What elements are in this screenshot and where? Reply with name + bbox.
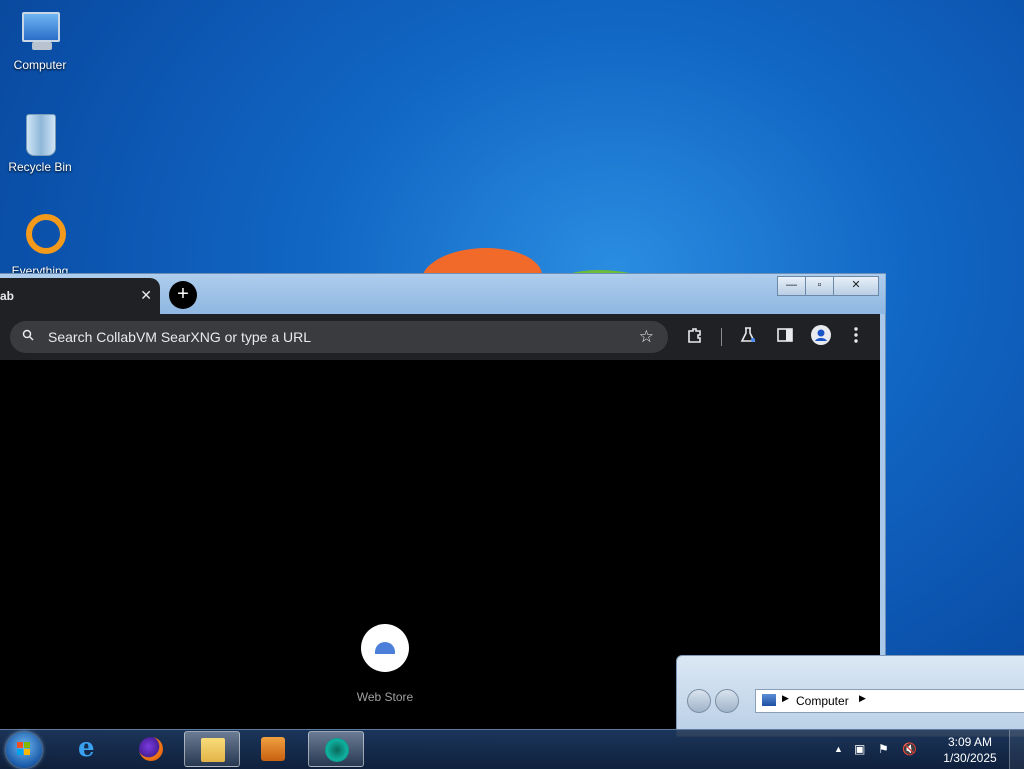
desktop-icon-label: Recycle Bin xyxy=(8,160,72,174)
breadcrumb-arrow-icon[interactable]: ▶ xyxy=(859,693,866,704)
taskbar-browser[interactable] xyxy=(308,731,364,767)
close-button[interactable]: ✕ xyxy=(833,276,879,296)
address-bar[interactable]: Search CollabVM SearXNG or type a URL ☆ xyxy=(10,321,668,353)
labs-flask-icon[interactable] xyxy=(739,326,757,344)
media-player-icon xyxy=(261,737,285,761)
desktop-icon-label: Computer xyxy=(13,58,67,72)
computer-icon xyxy=(16,8,64,56)
taskbar: e ▲ ▣ ⚑ 🔇 3:09 AM 1/30/2025 xyxy=(0,729,1024,769)
search-icon xyxy=(22,329,34,341)
start-button[interactable] xyxy=(6,732,42,768)
firefox-icon xyxy=(139,737,163,761)
computer-small-icon xyxy=(762,694,776,706)
taskbar-media-player[interactable] xyxy=(245,731,301,767)
address-bar-placeholder: Search CollabVM SearXNG or type a URL xyxy=(48,329,311,345)
web-store-icon xyxy=(361,624,409,672)
desktop-icon-everything[interactable]: Everything xyxy=(0,214,80,278)
bookmark-star-icon[interactable]: ☆ xyxy=(639,327,654,347)
volume-muted-icon[interactable]: 🔇 xyxy=(902,742,917,756)
maximize-button[interactable]: ▫ xyxy=(805,276,834,296)
desktop-icon-recycle-bin[interactable]: Recycle Bin xyxy=(0,110,80,174)
browser-toolbar: Search CollabVM SearXNG or type a URL ☆ xyxy=(0,314,880,360)
shortcut-web-store[interactable]: Web Store xyxy=(355,624,415,704)
forward-button[interactable] xyxy=(715,689,739,713)
windows-flag-icon xyxy=(17,742,31,756)
taskbar-windows-explorer[interactable] xyxy=(184,731,240,767)
explorer-address-bar[interactable]: ▶ Computer ▶ xyxy=(755,689,1024,713)
tray-expand-icon[interactable]: ▲ xyxy=(834,744,843,754)
profile-avatar-icon[interactable] xyxy=(811,325,831,345)
shortcut-label: Web Store xyxy=(356,690,414,704)
internet-explorer-icon: e xyxy=(78,733,95,763)
recycle-bin-icon xyxy=(16,110,64,158)
extensions-icon[interactable] xyxy=(686,326,704,344)
clock-time: 3:09 AM xyxy=(947,735,993,749)
show-desktop-button[interactable] xyxy=(1009,730,1024,769)
window-caption-buttons: — ▫ ✕ xyxy=(777,276,879,296)
minimize-button[interactable]: — xyxy=(777,276,806,296)
explorer-window: ▶ Computer ▶ xyxy=(676,655,1024,737)
breadcrumb-arrow-icon[interactable]: ▶ xyxy=(782,693,789,704)
tab-close-icon[interactable]: ✕ xyxy=(140,287,152,304)
menu-kebab-icon[interactable] xyxy=(851,326,861,344)
desktop-icon-computer[interactable]: Computer xyxy=(0,8,80,72)
taskbar-firefox[interactable] xyxy=(123,731,179,767)
side-panel-icon[interactable] xyxy=(776,326,794,344)
toolbar-divider xyxy=(721,328,722,346)
taskbar-internet-explorer[interactable]: e xyxy=(62,731,118,767)
system-tray: ▲ ▣ ⚑ 🔇 3:09 AM 1/30/2025 xyxy=(834,730,1024,769)
tab-title: ab xyxy=(0,289,15,303)
new-tab-button[interactable]: + xyxy=(169,281,197,309)
breadcrumb-computer[interactable]: Computer xyxy=(796,694,849,708)
action-center-flag-icon[interactable]: ⚑ xyxy=(878,742,889,756)
browser-tab[interactable]: ab ✕ xyxy=(0,278,160,314)
clock-date: 1/30/2025 xyxy=(943,751,997,765)
clock[interactable]: 3:09 AM 1/30/2025 xyxy=(940,734,1000,766)
back-button[interactable] xyxy=(687,689,711,713)
network-icon[interactable]: ▣ xyxy=(854,742,865,756)
everything-icon xyxy=(16,214,66,262)
browser-icon xyxy=(325,738,349,762)
folder-icon xyxy=(201,738,225,762)
